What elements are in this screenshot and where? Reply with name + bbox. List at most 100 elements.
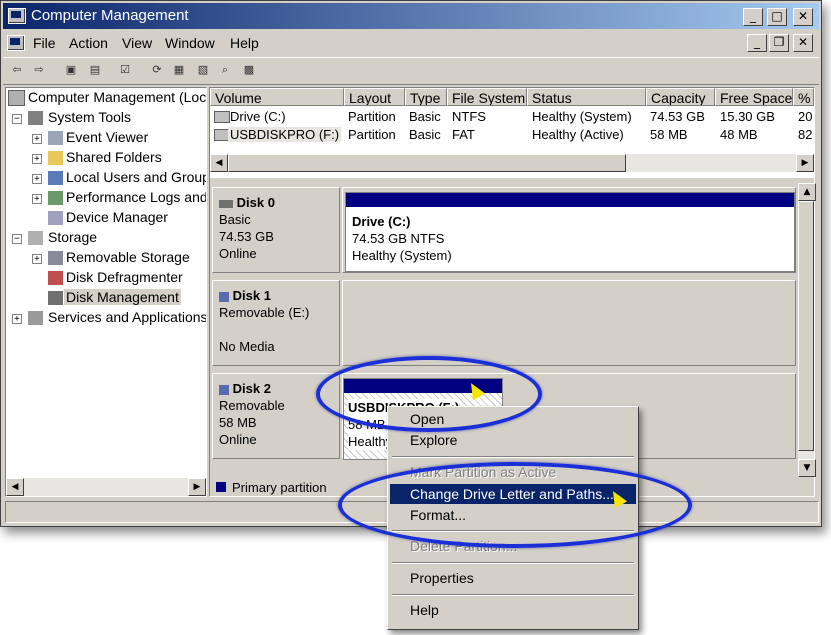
- menu-separator: [392, 562, 634, 564]
- tree-scroll-right[interactable]: ▶: [188, 478, 206, 496]
- close-button[interactable]: ✕: [793, 8, 813, 26]
- back-arrow-icon[interactable]: ⇦: [9, 62, 25, 78]
- partition-c-size: 74.53 GB NTFS: [352, 231, 445, 246]
- col-layout[interactable]: Layout: [344, 88, 405, 106]
- list-scroll-left[interactable]: ◀: [210, 154, 228, 172]
- col-capacity[interactable]: Capacity: [646, 88, 715, 106]
- tree-disk-management[interactable]: Disk Management: [64, 289, 181, 305]
- menu-help[interactable]: Help: [230, 35, 259, 51]
- forward-arrow-icon[interactable]: ⇨: [31, 62, 47, 78]
- tree-local-users[interactable]: Local Users and Group: [66, 169, 206, 185]
- expand-local-users[interactable]: +: [32, 174, 42, 184]
- export-icon[interactable]: ▦: [171, 62, 187, 78]
- expand-perf-logs[interactable]: +: [32, 194, 42, 204]
- row1-percent: 82: [798, 127, 813, 142]
- collapse-storage[interactable]: −: [12, 234, 22, 244]
- menu-window[interactable]: Window: [165, 35, 215, 51]
- menu-file[interactable]: File: [33, 35, 56, 51]
- tree-hscrollbar[interactable]: ◀ ▶: [6, 478, 206, 496]
- disk0-name: Disk 0: [236, 195, 275, 210]
- menu-explore[interactable]: Explore: [390, 430, 636, 450]
- partition-c-status: Healthy (System): [352, 248, 452, 263]
- title-bar[interactable]: Computer Management _ □ ✕: [3, 3, 819, 29]
- col-file-system[interactable]: File System: [447, 88, 527, 106]
- graph-vscrollbar[interactable]: ▲ ▼: [798, 183, 816, 477]
- child-close-button[interactable]: ✕: [793, 34, 813, 52]
- refresh-icon[interactable]: ⟳: [149, 62, 165, 78]
- graph-scroll-down[interactable]: ▼: [798, 459, 816, 477]
- list-scroll-right[interactable]: ▶: [796, 154, 814, 172]
- tree-device-manager[interactable]: Device Manager: [66, 209, 168, 225]
- expand-shared-folders[interactable]: +: [32, 154, 42, 164]
- open-folder-icon[interactable]: ▧: [195, 62, 211, 78]
- disk0-area: Drive (C:) 74.53 GB NTFS Healthy (System…: [342, 187, 796, 273]
- show-tree-icon[interactable]: ▤: [87, 62, 103, 78]
- row0-status: Healthy (System): [532, 109, 632, 124]
- settings-icon[interactable]: ▩: [241, 62, 257, 78]
- menu-properties[interactable]: Properties: [390, 568, 636, 588]
- disk2-name: Disk 2: [232, 381, 271, 396]
- child-minimize-button[interactable]: _: [747, 34, 767, 52]
- tree-removable-storage[interactable]: Removable Storage: [66, 249, 190, 265]
- menu-action[interactable]: Action: [69, 35, 108, 51]
- row0-fs: NTFS: [452, 109, 486, 124]
- tree-system-tools[interactable]: System Tools: [48, 109, 131, 125]
- users-icon: [48, 171, 63, 185]
- menu-separator: [392, 456, 634, 458]
- tree-disk-defragmenter[interactable]: Disk Defragmenter: [66, 269, 183, 285]
- row1-free: 48 MB: [720, 127, 758, 142]
- graph-scroll-thumb[interactable]: [798, 201, 814, 451]
- volume-list: Volume Layout Type File System Status Ca…: [210, 88, 814, 178]
- menu-view[interactable]: View: [122, 35, 152, 51]
- tree-perf-logs[interactable]: Performance Logs and: [66, 189, 206, 205]
- properties-icon[interactable]: ☑: [117, 62, 133, 78]
- menu-help-item[interactable]: Help: [390, 600, 636, 620]
- tree-storage[interactable]: Storage: [48, 229, 97, 245]
- toolbar: ⇦ ⇨ ▣ ▤ ☑ ⟳ ▦ ▧ ⌕ ▩: [3, 57, 819, 85]
- event-viewer-icon: [48, 131, 63, 145]
- col-free-space[interactable]: Free Space: [715, 88, 793, 106]
- row0-volume[interactable]: Drive (C:): [230, 109, 286, 124]
- tree-scroll-left[interactable]: ◀: [6, 478, 24, 496]
- up-folder-icon[interactable]: ▣: [63, 62, 79, 78]
- partition-c[interactable]: Drive (C:) 74.53 GB NTFS Healthy (System…: [345, 192, 795, 272]
- annotation-ellipse-partition: [316, 356, 542, 432]
- expand-services[interactable]: +: [12, 314, 22, 324]
- mmc-icon: [7, 35, 25, 51]
- row1-volume[interactable]: USBDISKPRO (F:): [228, 127, 342, 142]
- row1-fs: FAT: [452, 127, 475, 142]
- row0-layout: Partition: [348, 109, 396, 124]
- minimize-button[interactable]: _: [743, 8, 763, 26]
- collapse-system-tools[interactable]: −: [12, 114, 22, 124]
- tree-root[interactable]: Computer Management (Loc: [28, 89, 206, 105]
- disk0-label[interactable]: Disk 0 Basic 74.53 GB Online: [212, 187, 340, 273]
- list-scroll-thumb[interactable]: [228, 154, 626, 172]
- disk1-state: No Media: [219, 339, 275, 354]
- tree-services[interactable]: Services and Applications: [48, 309, 206, 325]
- computer-icon: [8, 90, 25, 106]
- primary-partition-label: Primary partition: [232, 480, 327, 495]
- tree-shared-folders[interactable]: Shared Folders: [66, 149, 162, 165]
- removable-storage-icon: [48, 251, 63, 265]
- child-restore-button[interactable]: ❐: [769, 34, 789, 52]
- storage-icon: [28, 231, 43, 245]
- graph-scroll-up[interactable]: ▲: [798, 183, 816, 201]
- col-volume[interactable]: Volume: [210, 88, 344, 106]
- disk2-state: Online: [219, 432, 257, 447]
- disk0-state: Online: [219, 246, 257, 261]
- col-type[interactable]: Type: [405, 88, 447, 106]
- disk1-area: [342, 280, 796, 366]
- list-hscrollbar[interactable]: ◀ ▶: [210, 154, 814, 172]
- maximize-button[interactable]: □: [767, 8, 787, 26]
- col-status[interactable]: Status: [527, 88, 646, 106]
- disk1-label[interactable]: Disk 1 Removable (E:) No Media: [212, 280, 340, 366]
- search-icon[interactable]: ⌕: [217, 62, 233, 78]
- tree-event-viewer[interactable]: Event Viewer: [66, 129, 148, 145]
- row0-free: 15.30 GB: [720, 109, 775, 124]
- col-percent[interactable]: %: [793, 88, 814, 106]
- disk-icon: [219, 199, 233, 208]
- row0-type: Basic: [409, 109, 441, 124]
- expand-removable-storage[interactable]: +: [32, 254, 42, 264]
- expand-event-viewer[interactable]: +: [32, 134, 42, 144]
- services-icon: [28, 311, 43, 325]
